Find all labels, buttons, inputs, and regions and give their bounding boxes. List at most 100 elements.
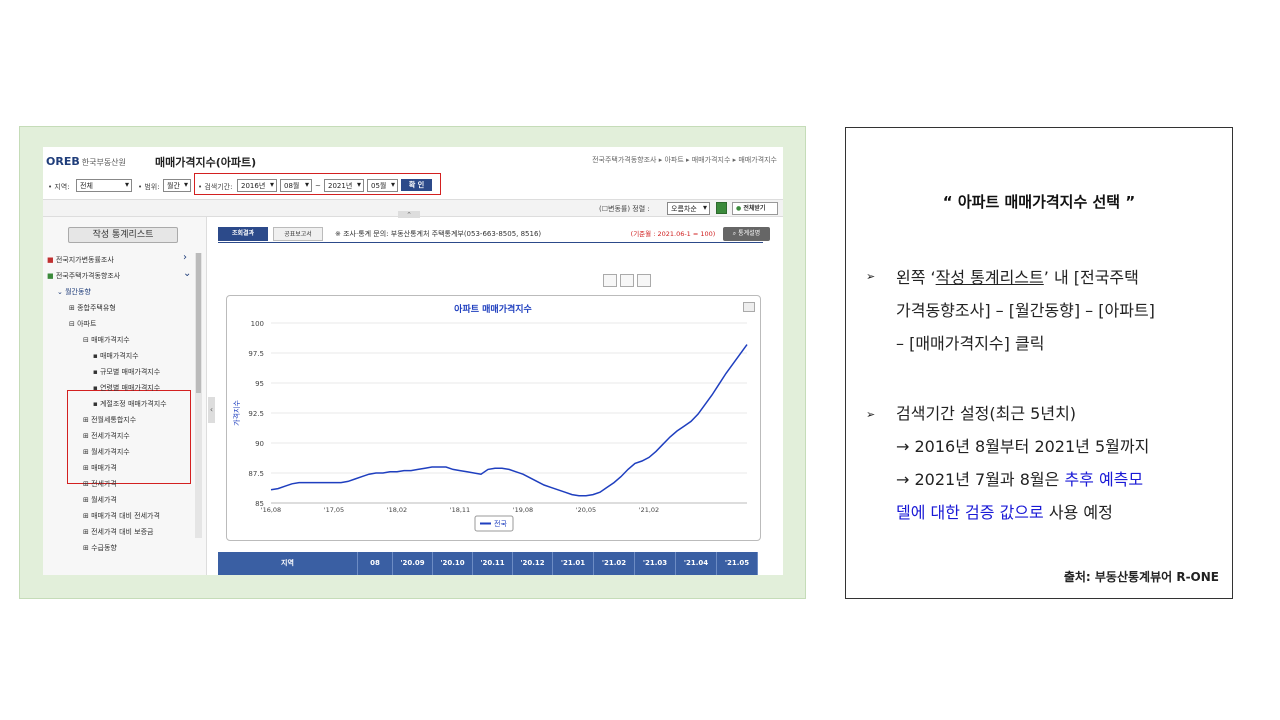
column-header-month[interactable]: '21.04 — [676, 552, 717, 575]
sidebar-item-label: ▪ 규모별 매매가격지수 — [93, 368, 161, 376]
sidebar-scrollbar[interactable] — [195, 253, 202, 538]
stat-description-label: 통계설명 — [738, 230, 761, 237]
bar-chart-icon[interactable] — [603, 274, 617, 287]
chevron-right-icon[interactable]: › — [183, 252, 187, 263]
sidebar-item[interactable]: ■ 전국지가변동률조사 › — [47, 252, 187, 265]
column-header-month[interactable]: '20.10 — [433, 552, 473, 575]
sidebar-item[interactable]: ■ 전국주택가격동향조사 ⌄ — [47, 268, 191, 281]
sidebar-item[interactable]: ⊞ 매매가격 — [83, 463, 117, 473]
sidebar-item[interactable]: ▪ 계절조정 매매가격지수 — [93, 399, 167, 409]
x-tick-label: '16,08 — [261, 506, 281, 514]
page-title: 매매가격지수(아파트) — [155, 156, 257, 169]
options-bar: (☐변동률) 정렬 : 오름차순 ● 전체받기 ⌃ — [43, 199, 783, 219]
step1-line1: 왼쪽 ‘작성 통계리스트’ 내 [전국주택 — [896, 261, 1221, 294]
stat-list-button[interactable]: 작성 통계리스트 — [68, 227, 178, 243]
start-year-select[interactable]: 2016년 — [237, 179, 277, 192]
sidebar-item-label: ⊞ 전세가격지수 — [83, 432, 130, 440]
range-select[interactable]: 월간 — [163, 179, 191, 192]
region-select[interactable]: 전체 — [76, 179, 132, 192]
tab-result[interactable]: 조회결과 — [218, 227, 268, 241]
bullet-arrow-icon: ➢ — [866, 408, 876, 421]
column-header-month[interactable]: '20.09 — [393, 552, 433, 575]
column-header-region[interactable]: 지역 — [218, 552, 358, 575]
change-rate-option[interactable]: (☐변동률) 정렬 : — [599, 204, 650, 214]
end-year-select[interactable]: 2021년 — [324, 179, 364, 192]
sidebar-item[interactable]: ⊞ 종합주택유형 — [69, 303, 116, 313]
area-chart-icon[interactable] — [637, 274, 651, 287]
sidebar-item[interactable]: ⊞ 전세가격 — [83, 479, 117, 489]
step2-line3-blue: 추후 예측모 — [1064, 470, 1144, 489]
chevron-down-icon[interactable]: ⌄ — [183, 268, 191, 279]
tab-report[interactable]: 공표보고서 — [273, 227, 323, 241]
base-month-note: (기준월 : 2021.06-1 = 100) — [630, 230, 716, 238]
sidebar-item[interactable]: ⊟ 아파트 — [69, 319, 96, 329]
sidebar-item[interactable]: ▪ 매매가격지수 — [93, 351, 139, 361]
price-index-chart: 아파트 매매가격지수8587.59092.59597.5100가격지수'16,0… — [232, 303, 748, 532]
sidebar-item[interactable]: ⌄ 월간동향 — [57, 287, 91, 297]
tab-underline — [218, 242, 763, 243]
step2-line1: 검색기간 설정(최근 5년치) — [896, 404, 1077, 423]
search-icon: ⌕ — [732, 230, 737, 237]
bullet-arrow-icon: ➢ — [866, 270, 876, 283]
y-tick-label: 90 — [255, 440, 264, 448]
column-header-month[interactable]: '21.02 — [594, 552, 635, 575]
sidebar-item-label: ⌄ 월간동향 — [57, 288, 91, 296]
sidebar-item[interactable]: ▪ 연령별 매매가격지수 — [93, 383, 160, 393]
sidebar-toggle-icon[interactable]: ‹ — [208, 397, 215, 423]
sidebar-item-label: ⊞ 전세가격 — [83, 480, 117, 488]
y-tick-label: 87.5 — [248, 470, 264, 478]
download-all-button[interactable]: ● 전체받기 — [732, 202, 778, 215]
sidebar-item[interactable]: ⊞ 전월세통합지수 — [83, 415, 136, 425]
x-tick-label: '19,08 — [513, 506, 533, 514]
excel-icon[interactable] — [716, 202, 727, 214]
source-credit: 출처: 부동산통계뷰어 R-ONE — [1063, 570, 1219, 584]
sidebar-item-label: ▪ 연령별 매매가격지수 — [93, 384, 161, 392]
sidebar-item-label: ⊞ 매매가격 대비 전세가격 — [83, 512, 160, 520]
sidebar-item-label: ⊞ 전월세통합지수 — [83, 416, 137, 424]
step1-pre: 왼쪽 ‘ — [896, 268, 936, 287]
column-header-month[interactable]: 08 — [358, 552, 393, 575]
x-tick-label: '18,11 — [450, 506, 470, 514]
line-chart-icon[interactable] — [620, 274, 634, 287]
period-tilde: ~ — [315, 182, 321, 190]
r-one-screenshot: OREB 한국부동산원 매매가격지수(아파트) 전국주택가격동향조사 ▸ 아파트 … — [43, 147, 783, 575]
sidebar-item-label: 전국지가변동률조사 — [55, 256, 114, 264]
bullet-icon: ■ — [47, 272, 56, 280]
print-icon[interactable] — [743, 302, 755, 312]
column-header-month[interactable]: '21.01 — [553, 552, 594, 575]
step2-line2: → 2016년 8월부터 2021년 5월까지 — [896, 437, 1150, 456]
sidebar-item[interactable]: ⊞ 월세가격지수 — [83, 447, 130, 457]
sidebar-item[interactable]: ⊞ 전세가격지수 — [83, 431, 130, 441]
reb-logo: OREB 한국부동산원 — [46, 155, 126, 168]
column-header-month[interactable]: '21.03 — [635, 552, 676, 575]
confirm-button[interactable]: 확 인 — [401, 179, 432, 191]
y-tick-label: 97.5 — [248, 350, 264, 358]
sidebar-item[interactable]: ⊞ 매매가격 대비 전세가격 — [83, 511, 160, 521]
breadcrumb: 전국주택가격동향조사 ▸ 아파트 ▸ 매매가격지수 ▸ 매매가격지수 — [592, 156, 777, 164]
sidebar-item-label: 전국주택가격동향조사 — [55, 272, 121, 280]
sidebar-item-label: ⊞ 월세가격지수 — [83, 448, 130, 456]
column-header-month[interactable]: '21.05 — [717, 552, 758, 575]
main-content: 조회결과 공표보고서 ※ 조사·통계 문의: 부동산통계처 주택통계부(053-… — [218, 217, 783, 575]
instruction-panel: “ 아파트 매매가격지수 선택 ” ➢ 왼쪽 ‘작성 통계리스트’ 내 [전국주… — [845, 127, 1233, 599]
column-header-month[interactable]: '20.11 — [473, 552, 513, 575]
sidebar-item[interactable]: ⊟ 매매가격지수 — [83, 335, 130, 345]
stat-description-button[interactable]: ⌕ 통계설명 — [723, 227, 770, 241]
sidebar-item[interactable]: ⊞ 전세가격 대비 보증금 — [83, 527, 154, 537]
start-month-select[interactable]: 08월 — [280, 179, 312, 192]
sidebar-item[interactable]: ⊞ 수급동향 — [83, 543, 117, 553]
sort-select[interactable]: 오름차순 — [667, 202, 710, 215]
column-header-month[interactable]: '20.12 — [513, 552, 553, 575]
period-label: • 검색기간: — [198, 183, 233, 191]
x-tick-label: '17,05 — [324, 506, 344, 514]
end-month-select[interactable]: 05월 — [367, 179, 398, 192]
x-tick-label: '21,02 — [639, 506, 659, 514]
sidebar-item-label: ▪ 매매가격지수 — [93, 352, 139, 360]
sidebar-item[interactable]: ⊞ 월세가격 — [83, 495, 117, 505]
filter-bar: • 지역: 전체 • 범위: 월간 • 검색기간: 2016년 08월 ~ 20… — [43, 173, 783, 199]
chart-panel: 아파트 매매가격지수 85 87.5 90 92.5 95 97.5 100 가격지수 '16,0… — [226, 295, 761, 541]
x-tick-label: '20,05 — [576, 506, 596, 514]
step2-line4-blue: 델에 대한 검증 값으로 — [896, 503, 1044, 522]
sidebar-item[interactable]: ▪ 규모별 매매가격지수 — [93, 367, 160, 377]
y-tick-label: 92.5 — [248, 410, 264, 418]
